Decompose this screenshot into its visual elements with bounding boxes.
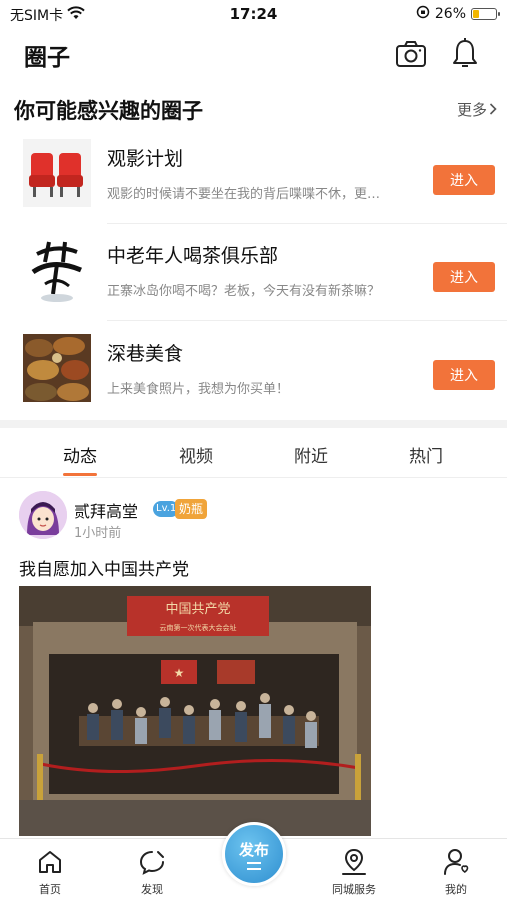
circle-name: 中老年人喝茶俱乐部 [107, 245, 279, 267]
camera-icon[interactable] [393, 36, 429, 72]
nav-home[interactable]: 首页 [10, 847, 90, 897]
circle-item-movie[interactable]: 观影计划 观影的时候请不要坐在我的背后喋喋不休，更… 进入 [0, 128, 507, 224]
image-subtitle-text: 云南第一次代表大会会址 [160, 623, 237, 632]
more-label: 更多 [456, 101, 487, 119]
tab-dynamic[interactable]: 动态 [35, 442, 125, 467]
nav-label: 首页 [39, 883, 61, 896]
rank-badge: 奶瓶 [175, 499, 208, 519]
location-icon [314, 847, 394, 877]
circle-thumb-food [23, 334, 91, 402]
circle-name: 观影计划 [107, 148, 184, 170]
recommended-header: 你可能感兴趣的圈子 更多 [0, 93, 507, 127]
discover-icon [112, 847, 192, 877]
enter-button[interactable]: 进入 [433, 360, 495, 390]
profile-icon [416, 847, 496, 877]
section-title: 你可能感兴趣的圈子 [14, 99, 203, 123]
divider [107, 320, 507, 321]
post-text: 我自愿加入中国共产党 [19, 560, 189, 580]
circle-desc: 上来美食照片，我想为你买单！ [107, 382, 290, 397]
circle-name: 深巷美食 [107, 343, 184, 365]
nav-profile[interactable]: 我的 [416, 847, 496, 897]
home-icon [10, 847, 90, 877]
battery-icon [471, 8, 500, 20]
enter-button[interactable]: 进入 [433, 262, 495, 292]
image-banner-text: 中国共产党 [165, 602, 230, 617]
nav-label: 同城服务 [332, 883, 376, 896]
active-tab-indicator [63, 473, 97, 476]
circle-desc: 观影的时候请不要坐在我的背后喋喋不休，更… [107, 187, 381, 202]
svg-text:★: ★ [174, 666, 185, 680]
tab-hot[interactable]: 热门 [381, 442, 471, 467]
bell-icon[interactable] [447, 36, 483, 72]
tab-video[interactable]: 视频 [151, 442, 241, 467]
page-title: 圈子 [24, 45, 70, 71]
circle-item-food[interactable]: 深巷美食 上来美食照片，我想为你买单！ 进入 [0, 323, 507, 419]
publish-button[interactable]: 发布 [222, 822, 286, 886]
circle-thumb-tea [23, 236, 91, 304]
post-username[interactable]: 贰拜高堂 [74, 498, 138, 522]
nav-local-services[interactable]: 同城服务 [314, 847, 394, 897]
more-link[interactable]: 更多 [457, 99, 497, 120]
avatar[interactable] [19, 491, 67, 539]
chevron-right-icon [489, 101, 497, 119]
nav-discover[interactable]: 发现 [112, 847, 192, 897]
battery-fill [473, 10, 480, 18]
circle-thumb-movie [23, 139, 91, 207]
menu-icon [247, 861, 261, 870]
publish-label: 发布 [238, 840, 269, 859]
rotation-lock-icon [416, 5, 430, 23]
circle-item-tea[interactable]: 中老年人喝茶俱乐部 正寨冰岛你喝不喝？老板，今天有没有新茶嘛？ 进入 [0, 225, 507, 321]
nav-label: 我的 [445, 883, 467, 896]
tab-nearby[interactable]: 附近 [266, 442, 356, 467]
circle-desc: 正寨冰岛你喝不喝？老板，今天有没有新茶嘛？ [107, 284, 381, 299]
enter-button[interactable]: 进入 [433, 165, 495, 195]
status-bar: 无SIM卡 17:24 26% [0, 0, 507, 28]
post-time: 1小时前 [74, 526, 122, 541]
battery-percent: 26% [434, 6, 466, 22]
feed-tabs: 动态 视频 附近 热门 [0, 428, 507, 478]
app-header: 圈子 [0, 30, 507, 80]
divider [107, 223, 507, 224]
section-divider [0, 420, 507, 428]
post-image[interactable]: 中国共产党 云南第一次代表大会会址 ★ [19, 586, 371, 836]
nav-label: 发现 [141, 883, 163, 896]
